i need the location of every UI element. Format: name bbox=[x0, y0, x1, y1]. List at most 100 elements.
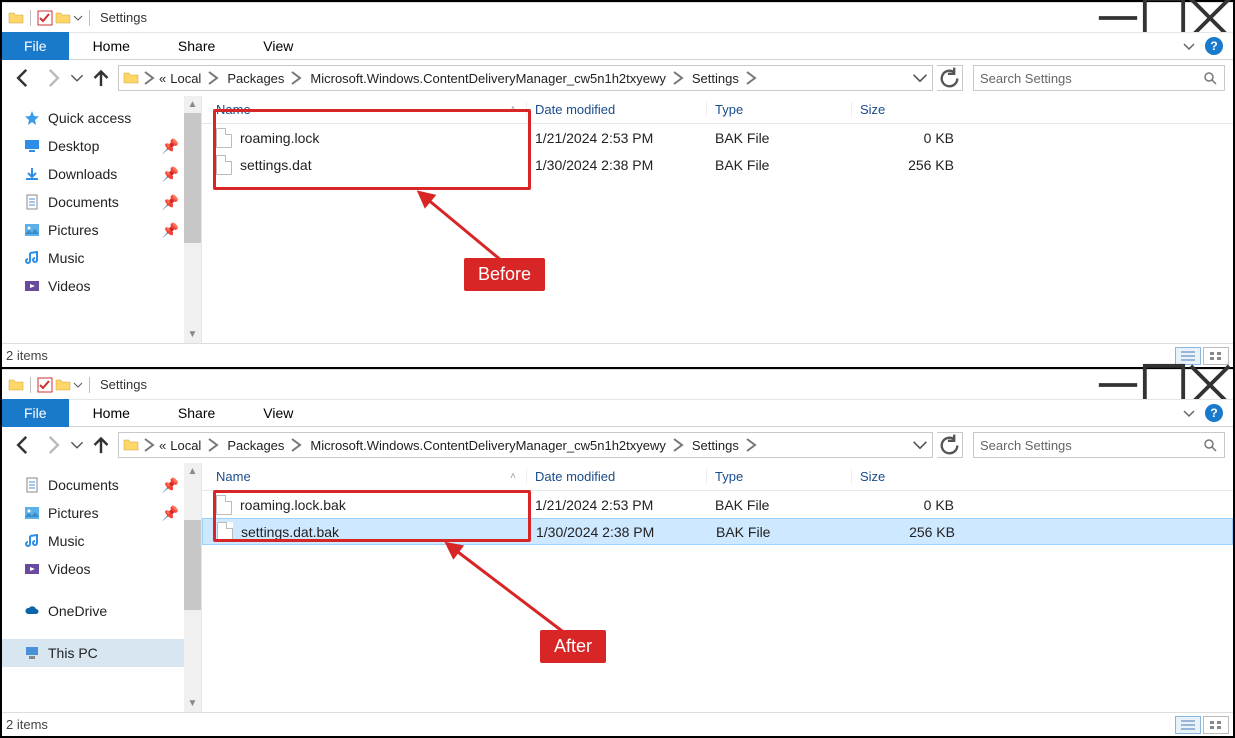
ribbon-expand-icon[interactable] bbox=[1179, 36, 1199, 56]
qat-dropdown-icon[interactable] bbox=[73, 10, 83, 26]
sidebar-item-music[interactable]: Music bbox=[2, 527, 201, 555]
tab-home[interactable]: Home bbox=[69, 38, 154, 54]
refresh-button[interactable] bbox=[937, 65, 963, 91]
quick-checkbox-icon[interactable] bbox=[37, 10, 53, 26]
minimize-button[interactable] bbox=[1095, 3, 1141, 33]
chevron-right-icon[interactable] bbox=[670, 70, 686, 86]
view-details-button[interactable] bbox=[1175, 716, 1201, 734]
maximize-button[interactable] bbox=[1141, 3, 1187, 33]
breadcrumb-2[interactable]: Microsoft.Windows.ContentDeliveryManager… bbox=[308, 437, 687, 453]
videos-icon bbox=[24, 278, 40, 294]
chevron-right-icon[interactable] bbox=[141, 70, 157, 86]
sidebar-item-quick-access[interactable]: Quick access bbox=[2, 104, 201, 132]
breadcrumb-2[interactable]: Microsoft.Windows.ContentDeliveryManager… bbox=[308, 70, 687, 86]
sidebar-scrollbar[interactable]: ▲▼ bbox=[184, 463, 201, 712]
desktop-icon bbox=[24, 138, 40, 154]
breadcrumb-1[interactable]: Packages bbox=[225, 70, 306, 86]
chevron-right-icon[interactable] bbox=[670, 437, 686, 453]
tab-view[interactable]: View bbox=[239, 405, 317, 421]
address-dropdown-icon[interactable] bbox=[912, 437, 928, 453]
sidebar-item-music[interactable]: Music bbox=[2, 244, 201, 272]
ribbon-expand-icon[interactable] bbox=[1179, 403, 1199, 423]
breadcrumb-1[interactable]: Packages bbox=[225, 437, 306, 453]
forward-button[interactable] bbox=[40, 432, 66, 458]
back-button[interactable] bbox=[10, 432, 36, 458]
column-type[interactable]: Type bbox=[707, 469, 852, 484]
help-button[interactable]: ? bbox=[1205, 404, 1223, 422]
search-icon bbox=[1202, 70, 1218, 86]
file-name: roaming.lock.bak bbox=[240, 497, 346, 513]
view-icons-button[interactable] bbox=[1203, 716, 1229, 734]
table-row[interactable]: settings.dat 1/30/2024 2:38 PM BAK File … bbox=[202, 151, 1233, 178]
sidebar-item-videos[interactable]: Videos bbox=[2, 555, 201, 583]
tab-home[interactable]: Home bbox=[69, 405, 154, 421]
folder-icon bbox=[8, 10, 24, 26]
refresh-button[interactable] bbox=[937, 432, 963, 458]
sidebar-item-pictures[interactable]: Pictures 📌 bbox=[2, 499, 201, 527]
sidebar-item-downloads[interactable]: Downloads 📌 bbox=[2, 160, 201, 188]
search-input[interactable]: Search Settings bbox=[973, 65, 1225, 91]
close-button[interactable] bbox=[1187, 3, 1233, 33]
minimize-button[interactable] bbox=[1095, 370, 1141, 400]
history-dropdown-icon[interactable] bbox=[70, 65, 84, 91]
column-size[interactable]: Size bbox=[852, 469, 962, 484]
music-icon bbox=[24, 533, 40, 549]
explorer-window-before: Settings FileHomeShareView ? «LocalPacka… bbox=[2, 2, 1233, 369]
sidebar-item-desktop[interactable]: Desktop 📌 bbox=[2, 132, 201, 160]
breadcrumb-3[interactable]: Settings bbox=[690, 437, 761, 453]
back-button[interactable] bbox=[10, 65, 36, 91]
chevron-right-icon[interactable] bbox=[141, 437, 157, 453]
sidebar-scrollbar[interactable]: ▲▼ bbox=[184, 96, 201, 343]
sidebar-item-label: Music bbox=[48, 250, 85, 266]
chevron-right-icon[interactable] bbox=[743, 70, 759, 86]
column-name[interactable]: Name˄ bbox=[202, 102, 527, 117]
sidebar-item-videos[interactable]: Videos bbox=[2, 272, 201, 300]
column-size[interactable]: Size bbox=[852, 102, 962, 117]
tab-view[interactable]: View bbox=[239, 38, 317, 54]
search-input[interactable]: Search Settings bbox=[973, 432, 1225, 458]
column-date[interactable]: Date modified bbox=[527, 469, 707, 484]
chevron-right-icon[interactable] bbox=[743, 437, 759, 453]
column-type[interactable]: Type bbox=[707, 102, 852, 117]
column-name[interactable]: Name˄ bbox=[202, 469, 527, 484]
address-dropdown-icon[interactable] bbox=[912, 70, 928, 86]
chevron-right-icon[interactable] bbox=[205, 437, 221, 453]
tab-share[interactable]: Share bbox=[154, 38, 239, 54]
table-row[interactable]: roaming.lock.bak 1/21/2024 2:53 PM BAK F… bbox=[202, 491, 1233, 518]
sidebar-item-documents[interactable]: Documents 📌 bbox=[2, 188, 201, 216]
tab-file[interactable]: File bbox=[2, 399, 69, 427]
status-text: 2 items bbox=[6, 717, 48, 732]
sidebar-item-this-pc[interactable]: This PC bbox=[2, 639, 201, 667]
tab-share[interactable]: Share bbox=[154, 405, 239, 421]
forward-button[interactable] bbox=[40, 65, 66, 91]
sidebar-item-pictures[interactable]: Pictures 📌 bbox=[2, 216, 201, 244]
address-bar[interactable]: «LocalPackagesMicrosoft.Windows.ContentD… bbox=[118, 432, 933, 458]
tab-file[interactable]: File bbox=[2, 32, 69, 60]
documents-icon bbox=[24, 477, 40, 493]
chevron-right-icon[interactable] bbox=[205, 70, 221, 86]
quick-checkbox-icon[interactable] bbox=[37, 377, 53, 393]
breadcrumb-3[interactable]: Settings bbox=[690, 70, 761, 86]
qat-dropdown-icon[interactable] bbox=[73, 377, 83, 393]
table-row[interactable]: roaming.lock 1/21/2024 2:53 PM BAK File … bbox=[202, 124, 1233, 151]
close-button[interactable] bbox=[1187, 370, 1233, 400]
maximize-button[interactable] bbox=[1141, 370, 1187, 400]
address-bar[interactable]: «LocalPackagesMicrosoft.Windows.ContentD… bbox=[118, 65, 933, 91]
breadcrumb-0[interactable]: Local bbox=[168, 437, 223, 453]
up-button[interactable] bbox=[88, 432, 114, 458]
file-list-area: Name˄ Date modified Type Size roaming.lo… bbox=[202, 96, 1233, 343]
table-row[interactable]: settings.dat.bak 1/30/2024 2:38 PM BAK F… bbox=[202, 518, 1233, 545]
sidebar-item-documents[interactable]: Documents 📌 bbox=[2, 471, 201, 499]
help-button[interactable]: ? bbox=[1205, 37, 1223, 55]
chevron-right-icon[interactable] bbox=[288, 437, 304, 453]
pictures-icon bbox=[24, 222, 40, 238]
history-dropdown-icon[interactable] bbox=[70, 432, 84, 458]
file-list-area: Name˄ Date modified Type Size roaming.lo… bbox=[202, 463, 1233, 712]
breadcrumb-0[interactable]: Local bbox=[168, 70, 223, 86]
column-date[interactable]: Date modified bbox=[527, 102, 707, 117]
search-placeholder: Search Settings bbox=[980, 438, 1072, 453]
sidebar-item-onedrive[interactable]: OneDrive bbox=[2, 597, 201, 625]
chevron-right-icon[interactable] bbox=[288, 70, 304, 86]
up-button[interactable] bbox=[88, 65, 114, 91]
sidebar-item-label: Quick access bbox=[48, 110, 131, 126]
